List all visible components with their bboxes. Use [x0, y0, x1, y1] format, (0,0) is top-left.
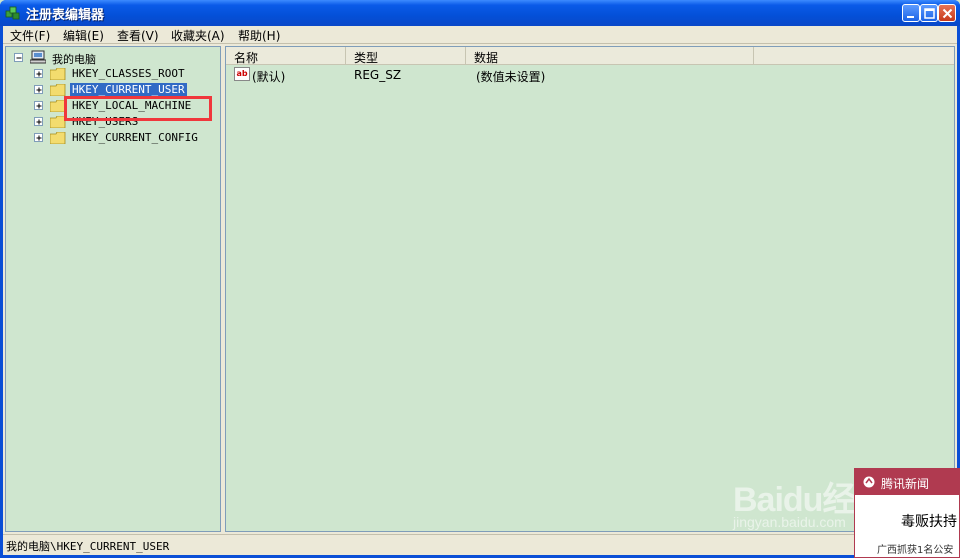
- value-name: (默认): [252, 70, 286, 84]
- folder-icon: [50, 84, 66, 96]
- menu-help[interactable]: 帮助(H): [238, 27, 280, 44]
- minimize-button[interactable]: [902, 4, 920, 22]
- regedit-app-icon: [5, 6, 20, 20]
- client-area: 文件(F) 编辑(E) 查看(V) 收藏夹(A) 帮助(H) 我的电脑 HKEY…: [3, 26, 957, 555]
- status-bar: 我的电脑\HKEY_CURRENT_USER: [3, 534, 957, 555]
- table-row[interactable]: ab (默认) REG_SZ (数值未设置): [226, 67, 954, 84]
- collapse-icon[interactable]: [14, 53, 23, 62]
- tree-root-label: 我的电脑: [52, 53, 96, 66]
- title-bar[interactable]: 注册表编辑器: [0, 0, 960, 26]
- folder-icon: [50, 132, 66, 144]
- minimize-icon: [907, 16, 914, 18]
- folder-icon: [50, 68, 66, 80]
- window-title: 注册表编辑器: [26, 8, 105, 23]
- status-path: 我的电脑\HKEY_CURRENT_USER: [6, 540, 170, 553]
- computer-icon: [30, 50, 46, 64]
- maximize-icon: [924, 8, 935, 19]
- tree-item-label: HKEY_CURRENT_CONFIG: [72, 131, 198, 144]
- expand-icon[interactable]: [34, 101, 43, 110]
- list-header: 名称 类型 数据: [226, 47, 954, 65]
- menu-file[interactable]: 文件(F): [10, 27, 50, 44]
- string-value-icon: ab: [234, 67, 250, 81]
- value-type: REG_SZ: [354, 68, 402, 82]
- column-header-name[interactable]: 名称: [226, 47, 346, 65]
- news-subline[interactable]: 广西抓获1名公安: [877, 541, 953, 556]
- maximize-button[interactable]: [920, 4, 938, 22]
- news-popup[interactable]: 腾讯新闻 毒贩扶持 广西抓获1名公安: [854, 468, 960, 558]
- regedit-window: 注册表编辑器 文件(F) 编辑(E) 查看(V) 收藏夹(A) 帮助(H) 我的…: [0, 0, 960, 558]
- registry-tree[interactable]: 我的电脑 HKEY_CLASSES_ROOT HKEY_CURRENT_USER…: [5, 46, 221, 532]
- expand-icon[interactable]: [34, 117, 43, 126]
- annotation-highlight-box: [64, 96, 212, 121]
- menu-view[interactable]: 查看(V): [117, 27, 159, 44]
- menu-edit[interactable]: 编辑(E): [63, 27, 104, 44]
- menu-favorites[interactable]: 收藏夹(A): [171, 27, 225, 44]
- tree-item-label-selected: HKEY_CURRENT_USER: [70, 83, 187, 96]
- tree-item-label: HKEY_CLASSES_ROOT: [72, 67, 185, 80]
- values-list[interactable]: 名称 类型 数据 ab (默认) REG_SZ (数值未设置): [225, 46, 955, 532]
- expand-icon[interactable]: [34, 133, 43, 142]
- column-header-data[interactable]: 数据: [466, 47, 754, 65]
- news-headline[interactable]: 毒贩扶持: [901, 511, 957, 531]
- news-header: 腾讯新闻: [855, 469, 959, 495]
- close-button[interactable]: [938, 4, 956, 22]
- expand-icon[interactable]: [34, 69, 43, 78]
- column-header-type[interactable]: 类型: [346, 47, 466, 65]
- news-logo-icon: [863, 476, 875, 488]
- news-header-text: 腾讯新闻: [881, 477, 930, 491]
- close-icon: [942, 8, 953, 19]
- expand-icon[interactable]: [34, 85, 43, 94]
- menu-bar: 文件(F) 编辑(E) 查看(V) 收藏夹(A) 帮助(H): [3, 26, 957, 44]
- value-data: (数值未设置): [476, 70, 546, 84]
